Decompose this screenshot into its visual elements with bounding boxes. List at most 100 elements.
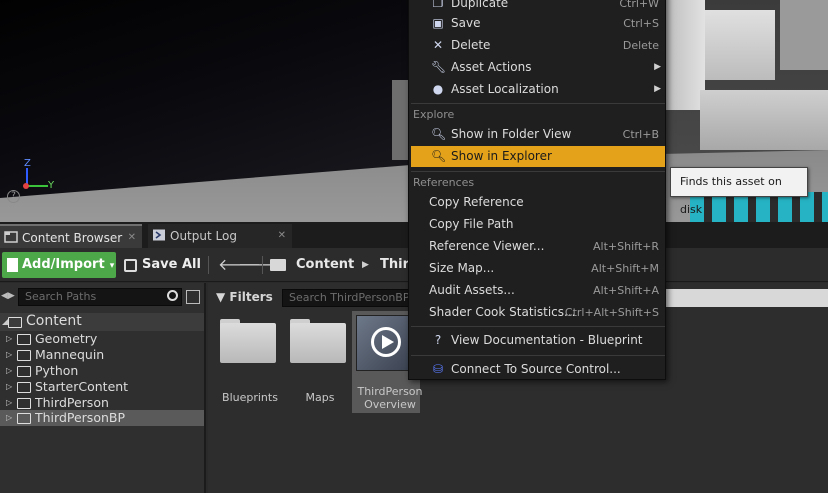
- menu-item-copy-file-path[interactable]: Copy File Path: [411, 214, 665, 235]
- menu-divider: [411, 326, 665, 327]
- search-assets-input-extension[interactable]: [664, 289, 828, 307]
- tab-label: Output Log: [170, 229, 237, 243]
- menu-item-size-map[interactable]: Size Map... Alt+Shift+M: [411, 258, 665, 279]
- save-icon: ▣: [432, 16, 444, 30]
- collapse-sources-icon[interactable]: ◀▶: [1, 291, 15, 301]
- expand-arrow-icon[interactable]: ▷: [6, 379, 12, 395]
- filters-button[interactable]: ▼ Filters: [216, 290, 273, 304]
- tree-item-label: Content: [26, 313, 82, 329]
- menu-item-copy-reference[interactable]: Copy Reference: [411, 192, 665, 213]
- menu-item-label: Copy Reference: [429, 195, 524, 209]
- folder-icon: [17, 398, 31, 409]
- axis-y-line: [26, 185, 48, 187]
- tree-item-label: Python: [35, 363, 79, 378]
- menu-item-view-documentation[interactable]: ? View Documentation - Blueprint: [411, 330, 665, 351]
- menu-item-shortcut: Ctrl+Alt+Shift+S: [564, 306, 659, 319]
- folder-icon: [17, 413, 31, 424]
- submenu-arrow-icon: ▶: [654, 84, 661, 94]
- asset-tile-label: Maps: [305, 391, 335, 404]
- menu-item-label: Copy File Path: [429, 217, 514, 231]
- toolbar-divider: [262, 256, 263, 274]
- menu-item-label: Audit Assets...: [429, 283, 515, 297]
- asset-tile-blueprints[interactable]: Blueprints: [212, 311, 280, 413]
- tree-item-thirdperson[interactable]: ▷ ThirdPerson: [0, 395, 204, 411]
- menu-item-label: Duplicate: [451, 0, 509, 10]
- output-log-icon: [153, 229, 165, 241]
- toolbar-divider: [208, 256, 209, 274]
- asset-context-menu: ❐ Duplicate Ctrl+W ▣ Save Ctrl+S ✕ Delet…: [408, 0, 666, 380]
- menu-item-shader-cook-statistics[interactable]: Shader Cook Statistics... Ctrl+Alt+Shift…: [411, 302, 665, 323]
- axis-y-label: Y: [48, 180, 55, 191]
- menu-item-delete[interactable]: ✕ Delete Delete: [411, 35, 665, 56]
- menu-item-label: View Documentation - Blueprint: [451, 333, 643, 347]
- menu-item-label: Show in Explorer: [451, 149, 552, 163]
- menu-section-references: References: [413, 176, 475, 189]
- delete-icon: ✕: [432, 38, 444, 52]
- tree-item-python[interactable]: ▷ Python: [0, 363, 204, 379]
- submenu-arrow-icon: ▶: [654, 62, 661, 72]
- menu-item-shortcut: Ctrl+B: [622, 128, 659, 141]
- close-icon[interactable]: ✕: [278, 224, 286, 248]
- folder-icon: [17, 334, 31, 345]
- menu-item-audit-assets[interactable]: Audit Assets... Alt+Shift+A: [411, 280, 665, 301]
- tab-label: Content Browser: [22, 231, 123, 245]
- menu-item-asset-actions[interactable]: 🔧︎ Asset Actions ▶: [411, 57, 665, 78]
- folder-icon: [220, 323, 276, 363]
- duplicate-icon: ❐: [432, 0, 444, 10]
- menu-item-asset-localization[interactable]: ● Asset Localization ▶: [411, 79, 665, 100]
- breadcrumb-content[interactable]: Content: [296, 252, 354, 278]
- menu-item-show-in-explorer[interactable]: 🔍︎ Show in Explorer: [411, 146, 665, 167]
- close-icon[interactable]: ✕: [128, 226, 136, 250]
- save-all-button[interactable]: Save All: [122, 252, 201, 278]
- wrench-icon: 🔧︎: [431, 60, 447, 74]
- menu-item-shortcut: Delete: [622, 39, 659, 52]
- menu-item-label: Asset Localization: [451, 82, 559, 96]
- folder-search-icon: 🔍︎: [431, 127, 447, 141]
- folder-icon[interactable]: [270, 259, 286, 271]
- search-assets-placeholder: Search ThirdPersonBP: [289, 291, 410, 304]
- search-paths-placeholder: Search Paths: [25, 290, 97, 303]
- expand-arrow-icon[interactable]: ▷: [6, 363, 12, 379]
- tree-item-label: Geometry: [35, 331, 98, 346]
- view-options-icon[interactable]: [186, 290, 200, 304]
- add-import-button[interactable]: Add/Import ▾: [2, 252, 116, 278]
- viewport-geometry: [665, 0, 705, 110]
- tree-item-label: StarterContent: [35, 379, 129, 394]
- tree-item-label: ThirdPerson: [35, 395, 109, 410]
- tab-output-log[interactable]: Output Log ✕: [148, 224, 292, 248]
- menu-item-label: Delete: [451, 38, 491, 52]
- menu-section-explore: Explore: [413, 108, 455, 121]
- menu-item-label: Reference Viewer...: [429, 239, 545, 253]
- help-circle-icon: ?: [434, 333, 442, 347]
- expand-arrow-icon[interactable]: ▷: [6, 331, 12, 347]
- viewport-geometry: [780, 0, 828, 70]
- filters-label: Filters: [229, 290, 273, 304]
- tree-item-startercontent[interactable]: ▷ StarterContent: [0, 379, 204, 395]
- menu-item-label: Save: [451, 16, 481, 30]
- menu-item-reference-viewer[interactable]: Reference Viewer... Alt+Shift+R: [411, 236, 665, 257]
- menu-item-duplicate[interactable]: ❐ Duplicate Ctrl+W: [411, 0, 665, 14]
- asset-tile-maps[interactable]: Maps: [282, 311, 350, 413]
- menu-item-show-in-folder-view[interactable]: 🔍︎ Show in Folder View Ctrl+B: [411, 124, 665, 145]
- breadcrumb-arrow-icon[interactable]: ▶: [362, 252, 369, 278]
- tree-item-content[interactable]: ◢ Content: [0, 313, 204, 331]
- tree-item-thirdpersonbp[interactable]: ▷ ThirdPersonBP: [0, 410, 204, 426]
- expand-arrow-icon[interactable]: ▷: [6, 347, 12, 363]
- menu-item-label: Shader Cook Statistics...: [429, 305, 576, 319]
- folder-icon: [17, 366, 31, 377]
- menu-item-connect-source-control[interactable]: ⛁ Connect To Source Control...: [411, 359, 665, 380]
- expand-arrow-icon[interactable]: ▷: [6, 395, 12, 411]
- help-icon[interactable]: ?: [7, 190, 20, 203]
- tree-item-mannequin[interactable]: ▷ Mannequin: [0, 347, 204, 363]
- search-assets-input[interactable]: Search ThirdPersonBP: [282, 289, 412, 307]
- expand-arrow-icon[interactable]: ▷: [6, 410, 12, 426]
- tab-content-browser[interactable]: Content Browser ✕: [0, 224, 142, 248]
- menu-item-shortcut: Ctrl+W: [619, 0, 659, 10]
- chevron-down-icon: ▾: [106, 261, 115, 271]
- tree-item-geometry[interactable]: ▷ Geometry: [0, 331, 204, 347]
- menu-item-save[interactable]: ▣ Save Ctrl+S: [411, 13, 665, 34]
- search-paths-input[interactable]: Search Paths: [18, 288, 182, 306]
- folder-icon: [17, 350, 31, 361]
- add-import-label: Add/Import: [22, 257, 105, 272]
- tree-item-label: ThirdPersonBP: [35, 410, 126, 425]
